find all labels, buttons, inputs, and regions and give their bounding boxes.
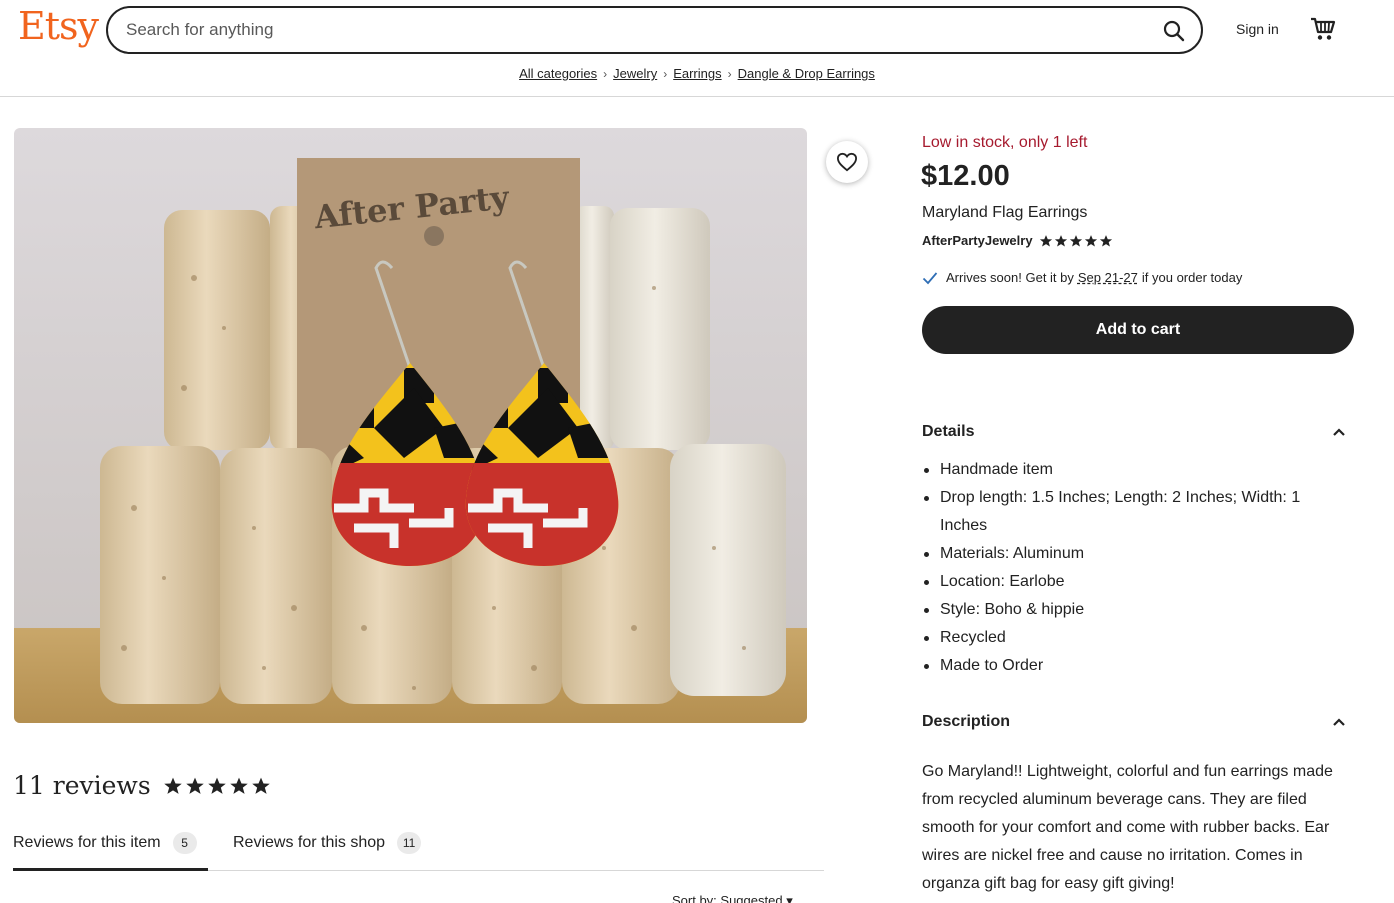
search-button[interactable]	[1159, 16, 1189, 46]
tab-count-badge: 11	[397, 832, 422, 854]
star-icon	[163, 777, 182, 794]
chevron-up-icon	[1333, 718, 1345, 726]
tab-reviews-shop[interactable]: Reviews for this shop 11	[233, 828, 422, 871]
check-icon	[922, 271, 938, 284]
chevron-down-icon: ▾	[786, 893, 793, 903]
tab-count-badge: 5	[172, 832, 197, 854]
details-list: Handmade item Drop length: 1.5 Inches; L…	[922, 456, 1342, 680]
description-text: Go Maryland!! Lightweight, colorful and …	[922, 763, 1333, 892]
tab-label: Reviews for this shop	[233, 834, 386, 851]
chevron-right-icon: ›	[727, 67, 732, 81]
delivery-prefix: Arrives soon! Get it by	[946, 270, 1074, 285]
reviews-heading: 11 reviews	[13, 771, 271, 800]
star-icon	[1069, 234, 1082, 247]
breadcrumb-all-categories[interactable]: All categories	[519, 66, 597, 81]
breadcrumb-jewelry[interactable]: Jewelry	[613, 66, 657, 81]
description-heading: Description	[922, 713, 1011, 730]
reviews-count: 11 reviews	[13, 771, 151, 800]
search-input[interactable]	[126, 17, 1106, 43]
sign-in-link[interactable]: Sign in	[1236, 21, 1279, 37]
breadcrumb: All categories › Jewelry › Earrings › Dangle &…	[0, 66, 1394, 81]
tab-reviews-item[interactable]: Reviews for this item 5	[13, 828, 208, 871]
shop-info: AfterPartyJewelry	[922, 233, 1113, 248]
chevron-right-icon: ›	[603, 67, 608, 81]
detail-item: Style: Boho & hippie	[922, 596, 1342, 624]
price: $12.00	[921, 160, 1010, 192]
shop-rating	[1039, 234, 1113, 248]
star-icon	[1039, 234, 1052, 247]
star-icon	[229, 777, 248, 794]
delivery-estimate: Arrives soon! Get it by Sep 21-27 if you…	[922, 270, 1242, 285]
details-heading: Details	[922, 423, 975, 440]
star-icon	[251, 777, 270, 794]
delivery-dates[interactable]: Sep 21-27	[1078, 270, 1138, 285]
site-header: Etsy Sign in All categories › Jewelry › Earr…	[0, 0, 1394, 97]
chevron-up-icon	[1333, 428, 1345, 436]
breadcrumb-dangle-drop-earrings[interactable]: Dangle & Drop Earrings	[738, 66, 875, 81]
detail-item: Location: Earlobe	[922, 568, 1342, 596]
add-to-cart-button[interactable]: Add to cart	[922, 306, 1354, 354]
product-photo: After Party	[14, 128, 807, 723]
cart-button[interactable]	[1309, 16, 1337, 42]
search-icon	[1163, 20, 1185, 42]
shop-name-link[interactable]: AfterPartyJewelry	[922, 233, 1033, 248]
chevron-right-icon: ›	[663, 67, 668, 81]
cart-icon	[1311, 17, 1336, 40]
search-bar	[106, 6, 1203, 54]
star-icon	[1084, 234, 1097, 247]
detail-item: Handmade item	[922, 456, 1342, 484]
sort-label: Sort by: Suggested	[672, 893, 783, 903]
star-icon	[1054, 234, 1067, 247]
reviews-rating	[163, 776, 271, 796]
product-title: Maryland Flag Earrings	[922, 204, 1088, 221]
etsy-logo[interactable]: Etsy	[18, 4, 99, 48]
stock-notice: Low in stock, only 1 left	[922, 134, 1088, 151]
description-toggle[interactable]: Description	[922, 710, 1354, 734]
sort-dropdown[interactable]: Sort by: Suggested ▾	[672, 893, 793, 903]
detail-item: Drop length: 1.5 Inches; Length: 2 Inche…	[922, 484, 1342, 540]
detail-item: Recycled	[922, 624, 1342, 652]
tab-label: Reviews for this item	[13, 834, 161, 851]
breadcrumb-earrings[interactable]: Earrings	[673, 66, 721, 81]
delivery-suffix: if you order today	[1141, 270, 1243, 285]
star-icon	[1099, 234, 1112, 247]
detail-item: Materials: Aluminum	[922, 540, 1342, 568]
product-image[interactable]: After Party	[14, 128, 807, 723]
favorite-button[interactable]	[826, 141, 868, 183]
details-toggle[interactable]: Details	[922, 420, 1354, 444]
detail-item: Made to Order	[922, 652, 1342, 680]
heart-icon	[836, 152, 858, 172]
reviews-tabs: Reviews for this item 5 Reviews for this…	[13, 828, 824, 871]
star-icon	[185, 777, 204, 794]
star-icon	[207, 777, 226, 794]
